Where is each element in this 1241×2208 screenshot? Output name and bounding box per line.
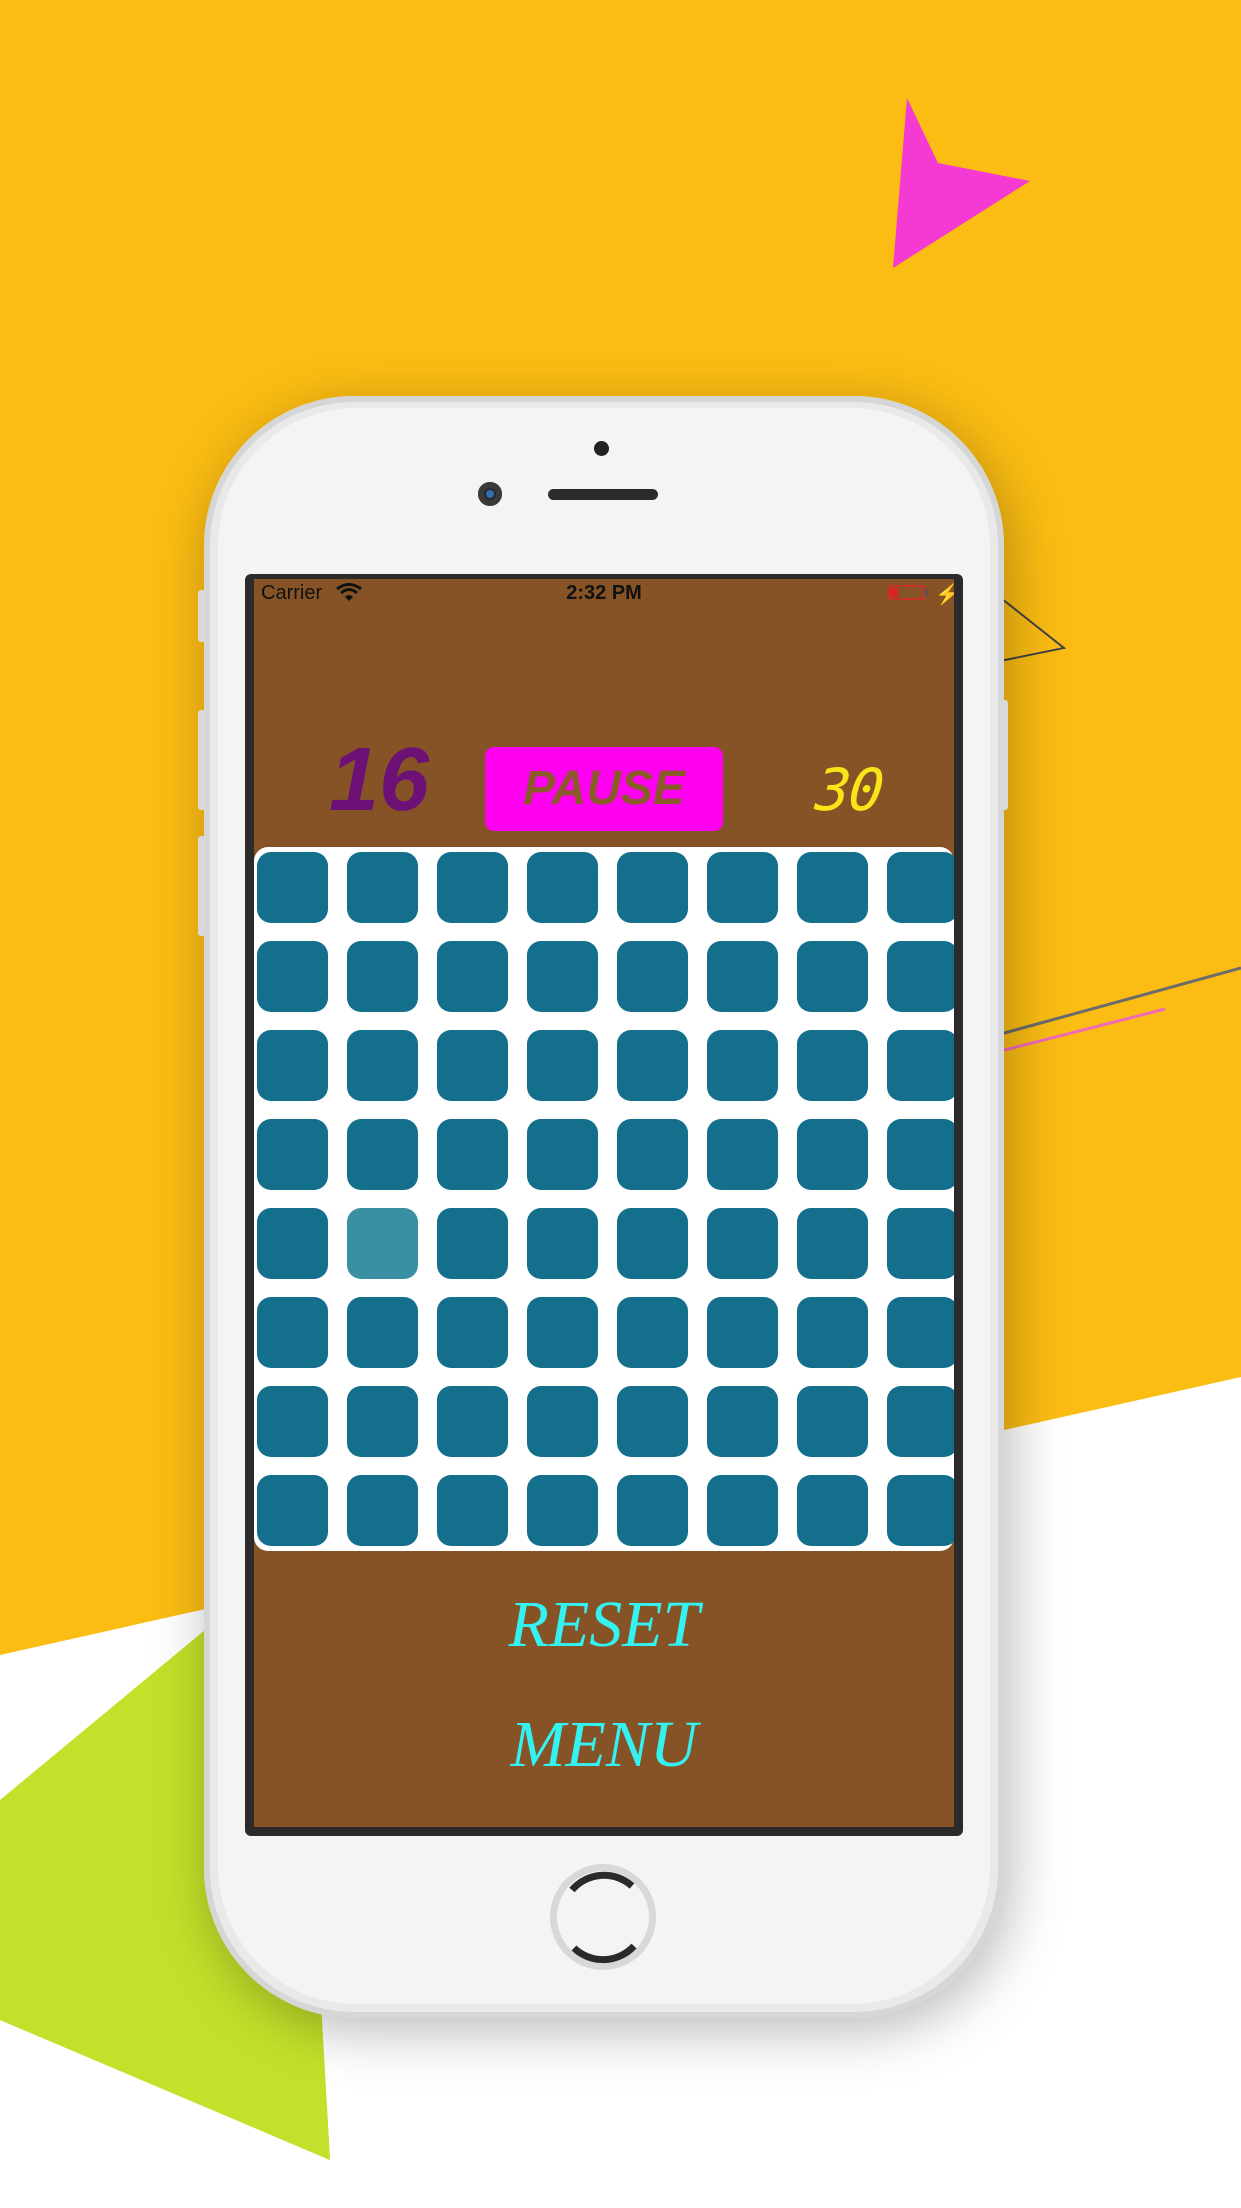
- tile[interactable]: [527, 1475, 598, 1546]
- tile[interactable]: [887, 1119, 954, 1190]
- tile[interactable]: [617, 1386, 688, 1457]
- tile[interactable]: [437, 1386, 508, 1457]
- tile[interactable]: [257, 1386, 328, 1457]
- tile-grid: [254, 847, 954, 1551]
- tile[interactable]: [797, 1386, 868, 1457]
- tile[interactable]: [617, 1030, 688, 1101]
- tile[interactable]: [887, 852, 954, 923]
- tile[interactable]: [527, 852, 598, 923]
- earpiece-speaker: [548, 489, 658, 500]
- tile[interactable]: [617, 1208, 688, 1279]
- tile[interactable]: [347, 941, 418, 1012]
- tile[interactable]: [887, 1386, 954, 1457]
- tile[interactable]: [887, 1030, 954, 1101]
- tile[interactable]: [707, 1386, 778, 1457]
- tile[interactable]: [707, 1475, 778, 1546]
- tile[interactable]: [527, 1208, 598, 1279]
- score-counter: 16: [329, 730, 430, 830]
- tile[interactable]: [257, 1119, 328, 1190]
- proximity-sensor: [594, 441, 609, 456]
- tile[interactable]: [257, 1030, 328, 1101]
- tile-highlighted[interactable]: [347, 1208, 418, 1279]
- tile[interactable]: [257, 1208, 328, 1279]
- tile[interactable]: [437, 852, 508, 923]
- tile[interactable]: [347, 1386, 418, 1457]
- tile[interactable]: [257, 1475, 328, 1546]
- tile[interactable]: [437, 1119, 508, 1190]
- pause-button[interactable]: PAUSE: [485, 747, 723, 831]
- tile[interactable]: [617, 852, 688, 923]
- tile[interactable]: [797, 941, 868, 1012]
- tile[interactable]: [707, 1208, 778, 1279]
- tile[interactable]: [797, 1208, 868, 1279]
- game-screen: Carrier 2:32 PM ⚡ 16 PAUSE 30 RESET MENU: [254, 579, 954, 1827]
- app-store-screenshot: Carrier 2:32 PM ⚡ 16 PAUSE 30 RESET MENU: [0, 0, 1241, 2208]
- home-button-ring-icon: [569, 1871, 637, 1964]
- tile[interactable]: [437, 1030, 508, 1101]
- tile[interactable]: [527, 941, 598, 1012]
- menu-button[interactable]: MENU: [254, 1707, 954, 1783]
- volume-down-button: [198, 836, 206, 936]
- power-button: [1000, 700, 1008, 810]
- tile[interactable]: [437, 1208, 508, 1279]
- status-bar: Carrier 2:32 PM ⚡: [254, 579, 954, 613]
- tile[interactable]: [617, 1119, 688, 1190]
- tile[interactable]: [797, 1119, 868, 1190]
- tile[interactable]: [797, 1297, 868, 1368]
- tile[interactable]: [527, 1030, 598, 1101]
- tile[interactable]: [797, 852, 868, 923]
- tile[interactable]: [347, 852, 418, 923]
- charging-bolt-icon: ⚡: [935, 584, 954, 606]
- tile[interactable]: [887, 1297, 954, 1368]
- mute-switch: [198, 590, 206, 642]
- tile[interactable]: [257, 941, 328, 1012]
- tile[interactable]: [437, 1475, 508, 1546]
- front-camera-icon: [478, 482, 502, 506]
- tile[interactable]: [887, 1208, 954, 1279]
- tile[interactable]: [347, 1030, 418, 1101]
- tile[interactable]: [347, 1119, 418, 1190]
- tile[interactable]: [437, 1297, 508, 1368]
- tile[interactable]: [707, 941, 778, 1012]
- tile[interactable]: [617, 1297, 688, 1368]
- volume-up-button: [198, 710, 206, 810]
- tile[interactable]: [437, 941, 508, 1012]
- tile[interactable]: [347, 1475, 418, 1546]
- tile[interactable]: [887, 1475, 954, 1546]
- tile[interactable]: [617, 1475, 688, 1546]
- tile[interactable]: [707, 1297, 778, 1368]
- tile[interactable]: [347, 1297, 418, 1368]
- tile[interactable]: [527, 1386, 598, 1457]
- reset-button[interactable]: RESET: [254, 1587, 954, 1663]
- battery-icon: [887, 585, 928, 600]
- tile[interactable]: [257, 852, 328, 923]
- tile[interactable]: [707, 1119, 778, 1190]
- tile[interactable]: [707, 852, 778, 923]
- countdown-timer: 30: [812, 756, 886, 824]
- tile[interactable]: [257, 1297, 328, 1368]
- tile[interactable]: [527, 1119, 598, 1190]
- tile[interactable]: [527, 1297, 598, 1368]
- status-time: 2:32 PM: [566, 582, 642, 604]
- tile[interactable]: [707, 1030, 778, 1101]
- tile[interactable]: [887, 941, 954, 1012]
- tile[interactable]: [797, 1030, 868, 1101]
- tile[interactable]: [797, 1475, 868, 1546]
- tile[interactable]: [617, 941, 688, 1012]
